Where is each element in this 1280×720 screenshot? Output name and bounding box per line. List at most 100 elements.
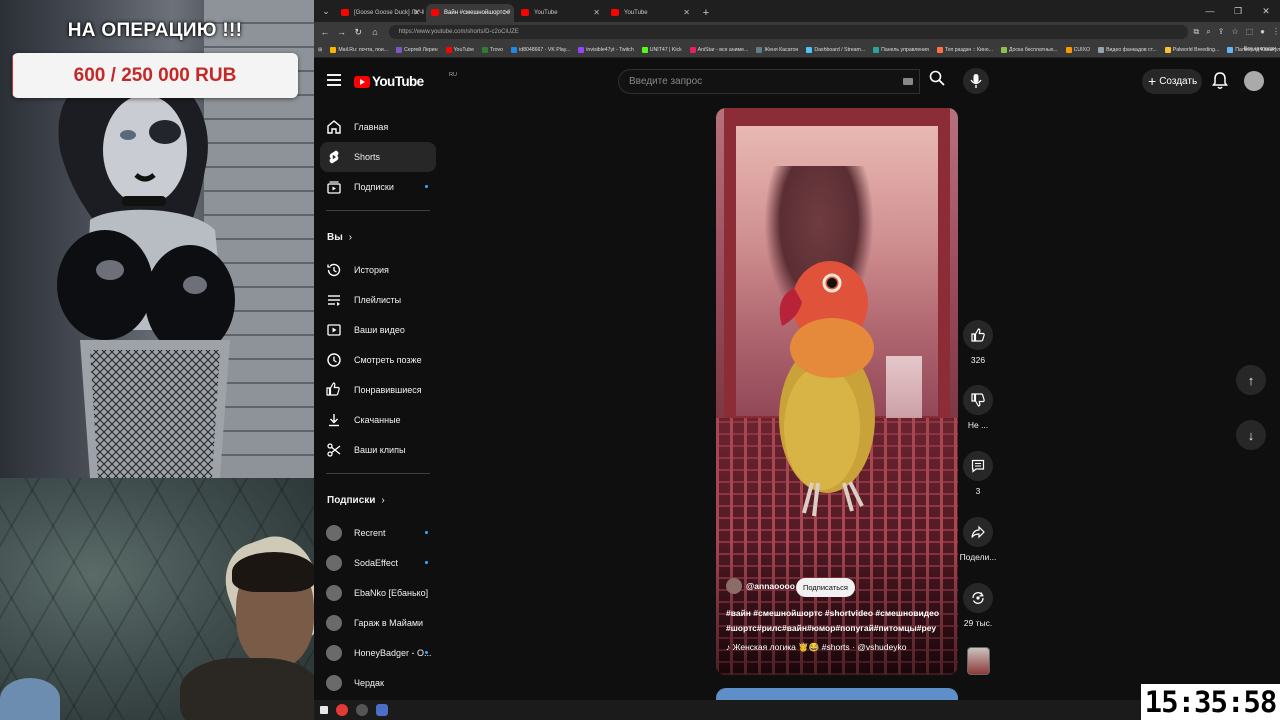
search-button[interactable] — [922, 69, 952, 94]
extensions-icon[interactable]: ⬚ — [1246, 27, 1254, 37]
short-video-player[interactable]: @annaoooo Подписаться #вайн #смешнойшорт… — [716, 108, 958, 675]
bookmark-item[interactable]: Trovo — [481, 46, 503, 53]
comments-action[interactable]: 3 — [958, 451, 998, 496]
zoom-icon[interactable]: ⌕ — [1206, 27, 1210, 37]
subscribe-button[interactable]: Подписаться — [796, 578, 855, 597]
keyboard-icon[interactable] — [903, 78, 913, 85]
bookmark-item[interactable]: UNIT47 | Kick — [641, 46, 682, 53]
sidebar-section-you[interactable]: Вы › — [314, 219, 442, 255]
sidebar-item[interactable]: Shorts — [320, 142, 436, 172]
sidebar-item[interactable]: Смотреть позже — [320, 345, 436, 375]
sidebar-item[interactable]: Ваши видео — [320, 315, 436, 345]
bookmark-item[interactable]: YouTube — [445, 46, 474, 53]
bookmark-item[interactable]: Доска бесплатных... — [1000, 46, 1058, 53]
menu-icon[interactable]: ⋮ — [1272, 27, 1280, 37]
start-icon[interactable] — [320, 706, 328, 714]
browser-tab[interactable]: YouTube ✕ — [606, 4, 694, 22]
profile-icon[interactable]: ● — [1260, 27, 1265, 37]
browser-tab[interactable]: YouTube ✕ — [516, 4, 604, 22]
dislike-action[interactable]: Не ... — [958, 385, 998, 430]
install-app-icon[interactable]: ⧉ — [1194, 27, 1200, 37]
obs-taskbar-icon[interactable] — [356, 704, 368, 716]
app-taskbar-icon[interactable] — [376, 704, 388, 716]
sidebar-item[interactable]: Recrent — [320, 518, 436, 548]
home-page-icon[interactable]: ⌂ — [369, 27, 381, 37]
remix-count: 29 тыс. — [963, 618, 993, 628]
tab-search-icon[interactable]: ⌄ — [319, 4, 333, 18]
sidebar-item-label: HoneyBadger - O... — [354, 648, 432, 658]
close-tab-icon[interactable]: ✕ — [413, 4, 420, 22]
forward-icon[interactable]: → — [336, 27, 348, 37]
sidebar-item[interactable]: Плейлисты — [320, 285, 436, 315]
bookmark-item[interactable]: id8048667 - VK Play... — [511, 46, 570, 53]
channel-handle[interactable]: @annaoooo — [746, 581, 795, 591]
bookmark-item[interactable]: AniStar - все аниме... — [689, 46, 748, 53]
sidebar-section-subscriptions[interactable]: Подписки › — [314, 482, 442, 518]
like-action[interactable]: 326 — [958, 320, 998, 365]
bookmark-item[interactable]: Mail.Ru: почта, пои... — [330, 46, 388, 53]
search-input[interactable]: Введите запрос — [618, 69, 920, 94]
sidebar-item[interactable]: SodaEffect — [320, 548, 436, 578]
tab-strip: ⌄ [Goose Goose Duck] ЛУЧШЕ З✕Вайн #смешн… — [314, 0, 1280, 22]
bookmark-star-icon[interactable]: ☆ — [1231, 27, 1238, 37]
like-button[interactable] — [963, 320, 993, 350]
close-tab-icon[interactable]: ✕ — [683, 4, 690, 22]
account-avatar[interactable] — [1244, 71, 1264, 91]
create-button[interactable]: + Создать — [1142, 69, 1202, 94]
sidebar-item[interactable]: Чердак — [320, 668, 436, 698]
close-window-icon[interactable]: ✕ — [1252, 0, 1280, 22]
all-bookmarks-link[interactable]: Все закладки — [1244, 46, 1276, 52]
sidebar-item[interactable]: Скачанные — [320, 405, 436, 435]
bookmark-item[interactable]: Панель управления — [873, 46, 929, 53]
clips-icon — [326, 442, 342, 458]
remix-button[interactable] — [963, 583, 993, 613]
channel-avatar[interactable] — [726, 578, 742, 594]
sidebar-item[interactable]: Ваши клипы — [320, 435, 436, 465]
share-page-icon[interactable]: ⇪ — [1218, 27, 1225, 37]
browser-tab[interactable]: Вайн #смешнойшортс # ✕ — [426, 4, 514, 22]
bookmark-favicon — [806, 46, 813, 53]
sidebar-item[interactable]: Главная — [320, 112, 436, 142]
bookmark-item[interactable]: Dashboard / Stream... — [806, 46, 865, 53]
bookmark-item[interactable]: Palworld Breeding... — [1164, 46, 1219, 53]
minimize-icon[interactable]: — — [1196, 0, 1224, 22]
bookmark-item[interactable]: Женя Касатон — [756, 46, 798, 53]
sidebar-item[interactable]: HoneyBadger - O... — [320, 638, 436, 668]
short-music-line[interactable]: ♪ Женская логика 🤴😂 #shorts · @vshudeyko — [726, 642, 951, 653]
maximize-icon[interactable]: ❐ — [1224, 0, 1252, 22]
notifications-bell-icon[interactable] — [1212, 72, 1228, 90]
address-bar[interactable]: https://www.youtube.com/shorts/D-c2oCiUZ… — [388, 25, 1188, 39]
next-short-button[interactable]: ↓ — [1236, 420, 1266, 450]
new-tab-button[interactable]: + — [698, 4, 714, 22]
bookmark-item[interactable]: Топ раздач :: Кино... — [936, 46, 993, 53]
bookmark-item[interactable]: invisible47yt - Twitch — [578, 46, 634, 53]
search-placeholder: Введите запрос — [629, 76, 703, 87]
sidebar-item[interactable]: Подписки — [320, 172, 436, 202]
youtube-logo[interactable]: YouTube RU — [354, 72, 457, 89]
chrome-taskbar-icon[interactable] — [336, 704, 348, 716]
back-icon[interactable]: ← — [319, 27, 331, 37]
comments-button[interactable] — [963, 451, 993, 481]
apps-icon[interactable]: ⊞ — [318, 47, 322, 53]
sidebar-item[interactable]: Понравившиеся — [320, 375, 436, 405]
close-tab-icon[interactable]: ✕ — [503, 4, 510, 22]
home-icon — [326, 119, 342, 135]
share-action[interactable]: Подели... — [958, 517, 998, 562]
voice-search-button[interactable] — [963, 68, 989, 94]
browser-tab[interactable]: [Goose Goose Duck] ЛУЧШЕ З✕ — [336, 4, 424, 22]
short-description-tags[interactable]: #вайн #смешнойшортс #shortvideo #смешнов… — [726, 606, 951, 636]
bookmark-item[interactable]: Видео фанкадов ст... — [1098, 46, 1157, 53]
bookmark-item[interactable]: CUIXO — [1065, 46, 1090, 53]
dislike-button[interactable] — [963, 385, 993, 415]
remix-action[interactable]: 29 тыс. — [958, 583, 998, 628]
bookmark-item[interactable]: Сергей Лерин — [396, 46, 438, 53]
share-button[interactable] — [963, 517, 993, 547]
sidebar-item[interactable]: Гараж в Майами — [320, 608, 436, 638]
reload-icon[interactable]: ↻ — [352, 27, 364, 38]
previous-short-button[interactable]: ↑ — [1236, 365, 1266, 395]
sidebar-item[interactable]: История — [320, 255, 436, 285]
sidebar-item[interactable]: EbaNko [Ебанько] — [320, 578, 436, 608]
sound-thumbnail[interactable] — [967, 647, 990, 675]
guide-menu-icon[interactable] — [327, 74, 341, 86]
close-tab-icon[interactable]: ✕ — [593, 4, 600, 22]
